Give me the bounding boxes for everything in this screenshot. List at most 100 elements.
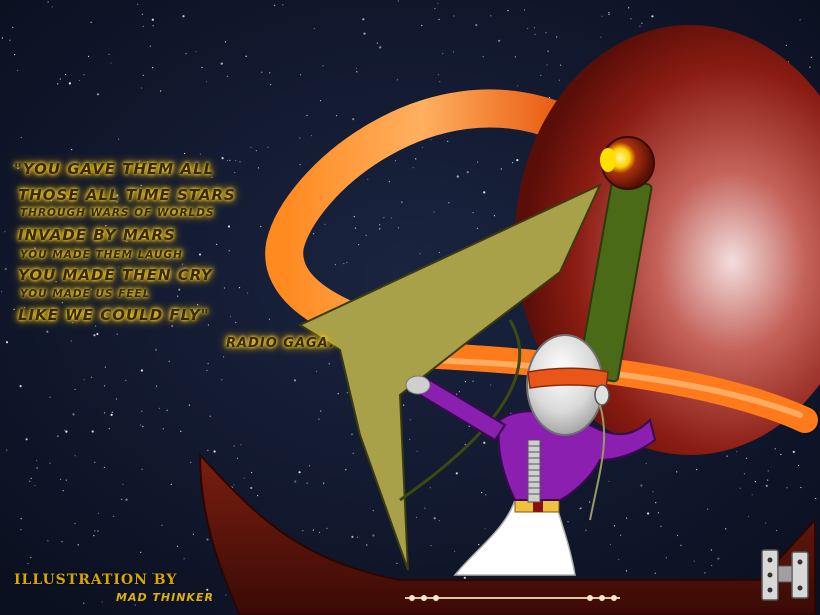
star <box>409 419 411 421</box>
star <box>149 45 151 47</box>
star <box>438 251 440 253</box>
star <box>324 223 326 226</box>
star <box>97 512 99 514</box>
star <box>235 159 237 162</box>
star <box>313 233 315 235</box>
star <box>362 18 365 21</box>
lamp-light <box>600 148 616 172</box>
star <box>171 324 174 328</box>
star <box>61 302 64 304</box>
star <box>354 227 357 229</box>
star <box>585 529 587 531</box>
star <box>25 438 28 441</box>
star <box>463 576 466 579</box>
quote-line-7: you made us feel <box>20 288 151 300</box>
star <box>6 449 8 451</box>
star <box>74 523 76 525</box>
star <box>353 216 355 218</box>
star <box>206 538 209 541</box>
star <box>442 53 444 55</box>
star <box>328 363 330 365</box>
star <box>743 473 746 475</box>
star <box>72 413 75 416</box>
star <box>500 168 502 170</box>
star <box>739 487 741 489</box>
star <box>437 74 440 76</box>
star <box>745 457 748 459</box>
star <box>608 12 610 14</box>
star <box>30 557 32 559</box>
star <box>676 471 678 473</box>
star <box>429 487 431 489</box>
star <box>103 466 105 468</box>
star <box>346 392 348 394</box>
star <box>36 467 38 469</box>
star <box>184 152 186 155</box>
star <box>717 557 720 560</box>
star <box>151 18 154 21</box>
star <box>464 443 466 446</box>
star <box>59 478 62 480</box>
star <box>83 379 85 381</box>
star <box>438 18 440 21</box>
quote-line-8: like we could fly" <box>18 306 210 324</box>
hull-rivet <box>421 595 427 601</box>
star <box>5 341 9 344</box>
star <box>142 74 144 76</box>
star <box>243 477 245 479</box>
star <box>390 217 392 219</box>
star <box>152 25 154 27</box>
star <box>579 508 581 510</box>
star <box>318 531 320 534</box>
star <box>282 4 284 6</box>
star <box>654 572 656 574</box>
star <box>125 379 127 381</box>
star <box>456 175 459 178</box>
star <box>245 55 247 58</box>
star <box>177 295 179 297</box>
star <box>736 451 738 453</box>
star <box>268 318 270 320</box>
star <box>209 415 211 417</box>
star <box>641 22 643 24</box>
star <box>12 26 14 28</box>
star <box>227 225 231 228</box>
star <box>313 27 315 30</box>
star <box>226 75 229 77</box>
star <box>628 7 630 9</box>
star <box>533 27 536 29</box>
star <box>260 225 262 228</box>
star <box>64 429 66 431</box>
star <box>71 149 73 151</box>
star <box>236 457 239 459</box>
star <box>240 444 242 446</box>
star <box>447 140 449 142</box>
star <box>216 243 218 245</box>
star <box>170 483 172 485</box>
credit-artist: mad thinker <box>116 591 214 604</box>
star <box>710 549 713 551</box>
star <box>343 263 345 265</box>
star <box>294 480 297 483</box>
star <box>205 81 208 83</box>
star <box>482 56 484 58</box>
star <box>556 36 558 38</box>
star <box>630 18 632 20</box>
star <box>516 159 519 162</box>
star <box>438 520 440 522</box>
star <box>376 42 378 44</box>
star <box>798 464 800 467</box>
star <box>434 8 436 10</box>
star <box>269 72 271 74</box>
star <box>95 325 97 327</box>
star <box>225 594 227 596</box>
star <box>47 1 49 3</box>
star <box>430 139 432 141</box>
star <box>490 15 492 17</box>
star <box>326 527 328 529</box>
star <box>83 74 85 76</box>
star <box>233 484 235 486</box>
figure-hand <box>405 375 431 395</box>
star <box>424 507 426 509</box>
star <box>439 81 441 83</box>
